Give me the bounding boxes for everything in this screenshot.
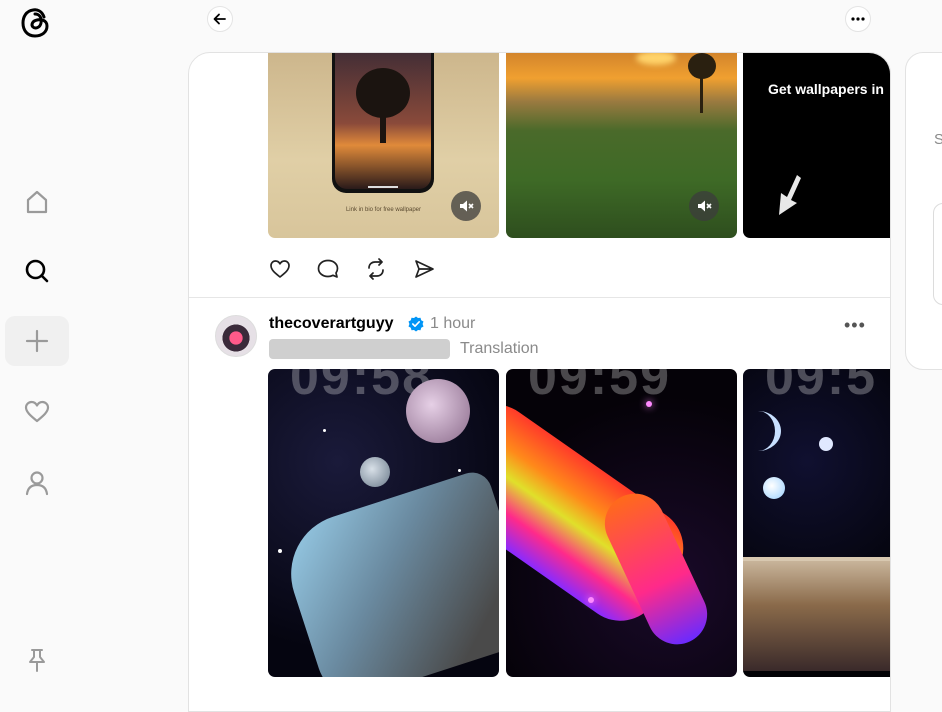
threads-logo-icon[interactable]	[18, 4, 54, 40]
back-button[interactable]	[207, 6, 233, 32]
post2-media-2[interactable]: 09:59	[506, 369, 737, 677]
media-overlay-text: Get wallpapers in	[768, 81, 884, 97]
post1-media-2[interactable]	[506, 53, 737, 238]
nav-activity-button[interactable]	[5, 387, 69, 437]
user-icon	[25, 471, 49, 496]
post-timestamp[interactable]: 1 hour	[430, 315, 475, 333]
arrow-left-icon	[213, 13, 226, 25]
avatar[interactable]	[215, 315, 257, 357]
heart-icon	[24, 400, 50, 423]
sidebar	[0, 0, 74, 692]
comment-icon	[317, 259, 339, 278]
plus-icon	[25, 329, 49, 353]
comment-button[interactable]	[316, 257, 340, 281]
post-more-button[interactable]: •••	[844, 315, 866, 336]
post1-media-3[interactable]: Get wallpapers in	[743, 53, 890, 238]
right-inner-box	[933, 203, 942, 305]
verified-badge-icon	[408, 316, 424, 332]
post2-media-1[interactable]: 09:58	[268, 369, 499, 677]
translation-link[interactable]: Translation	[460, 340, 539, 358]
nav-pin-button[interactable]	[5, 635, 69, 685]
heart-icon	[270, 260, 290, 278]
search-icon	[25, 259, 49, 283]
phone-mockup	[332, 53, 434, 193]
post-text-redacted	[269, 339, 450, 359]
mute-button[interactable]	[689, 191, 719, 221]
like-button[interactable]	[268, 257, 292, 281]
ellipsis-icon	[851, 17, 865, 21]
arrow-down-icon	[779, 175, 801, 215]
nav-search-button[interactable]	[5, 246, 69, 296]
pin-icon	[29, 649, 45, 672]
repost-icon	[368, 258, 384, 280]
mute-button[interactable]	[451, 191, 481, 221]
column-more-button[interactable]	[845, 6, 871, 32]
nav-create-button[interactable]	[5, 316, 69, 366]
post1-media-1[interactable]: Link in bio for free wallpaper	[268, 53, 499, 238]
nav-home-button[interactable]	[5, 177, 69, 227]
right-column-card: S	[905, 52, 942, 370]
post2-media-3[interactable]: 09:5	[743, 369, 890, 677]
home-icon	[26, 190, 48, 214]
share-button[interactable]	[412, 257, 436, 281]
nav-profile-button[interactable]	[5, 458, 69, 508]
feed-column: Link in bio for free wallpaper Get wallp…	[188, 52, 891, 712]
muted-speaker-icon	[460, 200, 474, 212]
post-username[interactable]: thecoverartguyy	[269, 315, 394, 333]
share-icon	[415, 260, 434, 278]
repost-button[interactable]	[364, 257, 388, 281]
media-clock-text: 09:5	[765, 369, 878, 406]
post-divider	[189, 297, 890, 298]
right-partial-text: S	[934, 131, 942, 148]
muted-speaker-icon	[698, 200, 712, 212]
